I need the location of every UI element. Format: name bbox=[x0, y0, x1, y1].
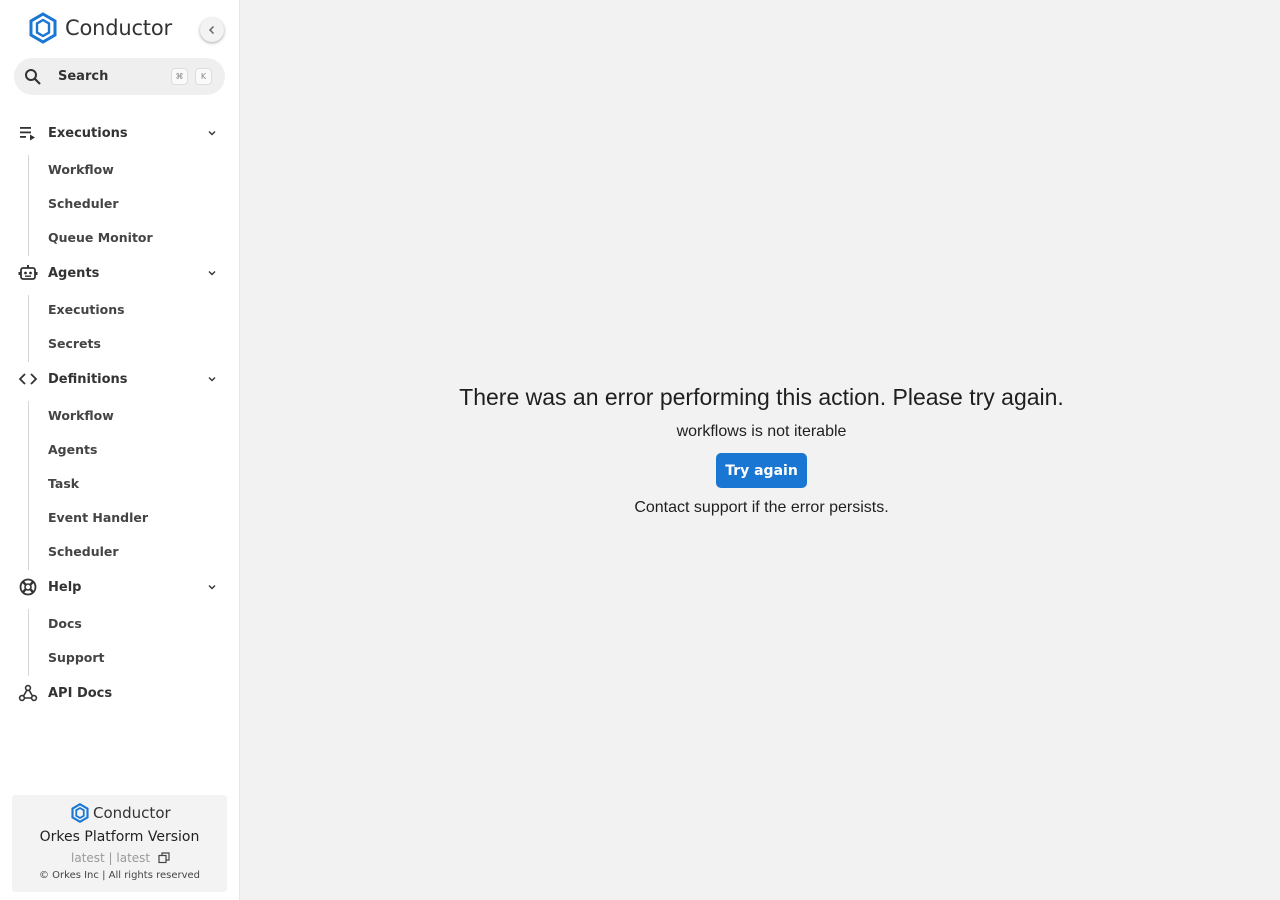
chevron-left-icon bbox=[208, 25, 215, 35]
nav-group-label: Executions bbox=[48, 125, 128, 141]
shortcut-key: K bbox=[195, 68, 212, 85]
nav-group-definitions[interactable]: Definitions bbox=[0, 364, 240, 394]
nav-item-docs[interactable]: Docs bbox=[48, 616, 82, 632]
nav-tree-line bbox=[28, 295, 29, 362]
nav-item-scheduler-definitions[interactable]: Scheduler bbox=[48, 544, 119, 560]
nav-tree-line bbox=[28, 609, 29, 676]
error-title: There was an error performing this actio… bbox=[459, 384, 1064, 410]
nav-group-executions[interactable]: Executions bbox=[0, 118, 240, 148]
nav-tree-line bbox=[28, 155, 29, 256]
shortcut-mod-key: ⌘ bbox=[171, 68, 188, 85]
nav-item-task[interactable]: Task bbox=[48, 476, 79, 492]
copyright: © Orkes Inc | All rights reserved bbox=[38, 870, 201, 881]
collapse-sidebar-button[interactable] bbox=[200, 18, 224, 42]
chevron-down-icon bbox=[208, 271, 216, 276]
app-logo-text: Conductor bbox=[65, 16, 172, 40]
lifebuoy-icon bbox=[18, 578, 38, 596]
search-label: Search bbox=[58, 69, 109, 84]
sidebar: Conductor Search ⌘ K Executions Workflow… bbox=[0, 0, 240, 900]
nav-group-help[interactable]: Help bbox=[0, 572, 240, 602]
chevron-down-icon bbox=[208, 585, 216, 590]
nav-item-support[interactable]: Support bbox=[48, 650, 105, 666]
nav-api-docs[interactable]: API Docs bbox=[0, 678, 240, 708]
webhook-icon bbox=[18, 684, 38, 702]
copy-icon[interactable] bbox=[158, 852, 170, 864]
nav-item-agent-definitions[interactable]: Agents bbox=[48, 442, 97, 458]
try-again-button[interactable]: Try again bbox=[716, 453, 807, 488]
version-title: Orkes Platform Version bbox=[39, 829, 200, 845]
nav-item-queue-monitor[interactable]: Queue Monitor bbox=[48, 230, 153, 246]
robot-icon bbox=[18, 264, 38, 282]
nav-item-workflow-definitions[interactable]: Workflow bbox=[48, 408, 114, 424]
version-text: latest | latest bbox=[71, 851, 151, 865]
nav-group-agents[interactable]: Agents bbox=[0, 258, 240, 288]
search-icon bbox=[25, 68, 41, 85]
nav-item-scheduler-executions[interactable]: Scheduler bbox=[48, 196, 119, 212]
playlist-play-icon bbox=[18, 124, 38, 142]
error-contact-message: Contact support if the error persists. bbox=[634, 499, 889, 516]
version-value: latest | latest bbox=[71, 851, 170, 865]
nav-item-label: API Docs bbox=[48, 685, 113, 701]
nav-group-label: Help bbox=[48, 579, 82, 595]
chevron-down-icon bbox=[208, 131, 216, 136]
app-logo[interactable]: Conductor bbox=[27, 12, 172, 44]
chevron-down-icon bbox=[208, 377, 216, 382]
footer-logo-text: Conductor bbox=[93, 804, 171, 822]
conductor-logo-icon bbox=[29, 12, 57, 44]
version-card: Conductor Orkes Platform Version latest … bbox=[12, 795, 227, 892]
nav-group-label: Definitions bbox=[48, 371, 128, 387]
code-icon bbox=[18, 370, 38, 388]
nav-group-label: Agents bbox=[48, 265, 100, 281]
search-input[interactable]: Search ⌘ K bbox=[14, 58, 225, 95]
nav-tree-line bbox=[28, 401, 29, 570]
error-detail: workflows is not iterable bbox=[676, 423, 847, 440]
nav-item-agent-executions[interactable]: Executions bbox=[48, 302, 125, 318]
conductor-logo-icon bbox=[71, 803, 89, 823]
nav-item-workflow-executions[interactable]: Workflow bbox=[48, 162, 114, 178]
main-content: There was an error performing this actio… bbox=[240, 0, 1280, 900]
nav-item-event-handler[interactable]: Event Handler bbox=[48, 510, 148, 526]
nav-item-secrets[interactable]: Secrets bbox=[48, 336, 101, 352]
footer-logo: Conductor bbox=[70, 803, 171, 823]
